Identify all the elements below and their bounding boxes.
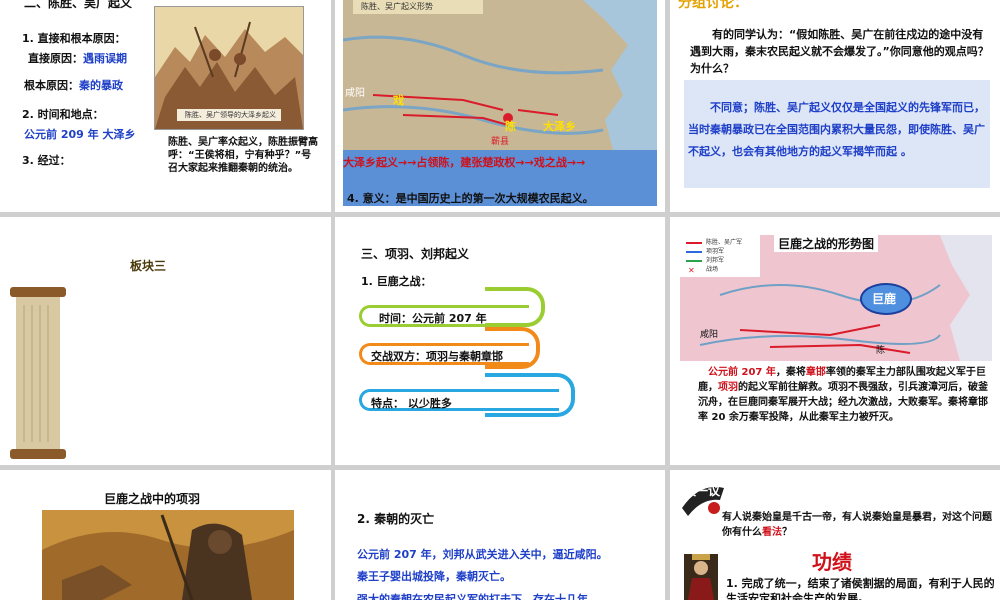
section-label: 板块三 [130, 259, 167, 273]
map-illustration [342, 0, 657, 150]
painting-description: 陈胜、吴广率众起义，陈胜振臂高呼：“王侯将相，宁有种乎？”号召大家起来推翻秦朝的… [168, 137, 318, 174]
emperor-icon [684, 554, 718, 600]
time-place-heading: 2. 时间和地点： [22, 108, 104, 121]
discuss-badge-label: 议一议 [684, 484, 721, 498]
map-label-chen: 陈 [505, 120, 516, 133]
process-heading: 3. 经过： [22, 154, 71, 167]
merit-item-1: 1. 完成了统一，结束了诸侯割据的局面，有利于人民的生活安定和社会生产的发展。 [726, 577, 995, 600]
fall-para-2: 秦王子婴出城投降，秦朝灭亡。 [357, 570, 511, 583]
scroll-icon [10, 287, 66, 459]
root-cause: 根本原因：秦的暴政 [24, 79, 123, 92]
discussion-answer: 不同意；陈胜、吴广起义仅仅是全国起义的先锋军而已，当时秦朝暴政已在全国范围内累积… [688, 101, 985, 158]
time-place-value: 公元前 209 年 大泽乡 [24, 128, 136, 141]
discussion-title: 分组讨论： [678, 0, 748, 11]
painting-caption: 陈胜、吴广领导的大泽乡起义 [185, 111, 276, 119]
map-label-xianyang: 咸阳 [700, 330, 719, 340]
map-label-dazexiang: 大泽乡 [543, 120, 576, 133]
uprising-map: 陈胜、吴广起义形势 咸阳 戏 陈 大泽乡 蕲县 [342, 0, 657, 150]
julu-description: 公元前 207 年，秦将章邯率领的秦军主力部队围攻起义军于巨鹿，项羽的起义军前往… [698, 367, 988, 423]
slide-heading: 二、陈胜、吴广起义 [24, 0, 133, 10]
uprising-painting: 陈胜、吴广领导的大泽乡起义 [154, 6, 304, 130]
svg-text:✕: ✕ [688, 266, 695, 275]
map-label-xi: 戏 [393, 94, 404, 107]
julu-map: ✕ 陈胜、吴广军 项羽军 刘邦军 战场 巨鹿 咸阳 陈 [680, 235, 992, 361]
slide-uprising-map[interactable]: 陈胜、吴广起义形势 咸阳 戏 陈 大泽乡 蕲县 大泽乡起义→→占领陈，建张楚政权… [335, 0, 665, 212]
slide-heading: 三、项羽、刘邦起义 [361, 247, 470, 261]
fall-para-3: 强大的秦朝在农民起义军的打击下，存在十几年 [357, 593, 588, 600]
process-text: 大泽乡起义→→占领陈，建张楚政权→→戏之战→→ [343, 156, 586, 169]
discuss-question: 有人说秦始皇是千古一帝，有人说秦始皇是暴君，对这个问题你有什么看法？ [722, 512, 992, 538]
slide-discuss-qinshihuang[interactable]: 议一议 有人说秦始皇是千古一帝，有人说秦始皇是暴君，对这个问题你有什么看法？ 功… [670, 470, 1000, 600]
xiangyu-painting [42, 510, 294, 600]
julu-bubble-label: 巨鹿 [872, 292, 897, 306]
slide-qin-fall[interactable]: 2. 秦朝的灭亡 公元前 207 年，刘邦从武关进入关中，逼近咸阳。 秦王子婴出… [335, 470, 665, 600]
map-label-chen: 陈 [876, 346, 886, 356]
julu-feature: 特点： 以少胜多 [371, 397, 452, 410]
fall-para-1: 公元前 207 年，刘邦从武关进入关中，逼近咸阳。 [357, 548, 608, 561]
merits-title: 功绩 [812, 550, 852, 574]
julu-heading: 1. 巨鹿之战： [361, 275, 432, 288]
map-title: 巨鹿之战的形势图 [774, 235, 879, 252]
slide-group-discussion[interactable]: 分组讨论： 有的同学认为：“假如陈胜、吴广在前往戍边的途中没有遇到大雨，秦末农民… [670, 0, 1000, 212]
julu-time: 时间：公元前 207 年 [379, 312, 487, 325]
slide-section-three[interactable]: 板块三 [0, 217, 331, 465]
direct-cause: 直接原因：遇雨误期 [28, 52, 127, 65]
uprising-significance: 4. 意义：是中国历史上的第一次大规模农民起义。 [347, 192, 594, 205]
emperor-portrait [684, 554, 718, 600]
map-label-xianyang: 咸阳 [345, 88, 365, 99]
slide-title: 巨鹿之战中的项羽 [104, 492, 201, 506]
slide-xiang-liu-uprising[interactable]: 三、项羽、刘邦起义 1. 巨鹿之战： 时间：公元前 207 年 交战双方：项羽与… [335, 217, 665, 465]
discussion-question: 有的同学认为：“假如陈胜、吴广在前往戍边的途中没有遇到大雨，秦末农民起义就不会爆… [690, 28, 989, 75]
slide-heading: 2. 秦朝的灭亡 [357, 512, 435, 526]
slide-uprising-causes[interactable]: 二、陈胜、吴广起义 1. 直接和根本原因： 直接原因：遇雨误期 根本原因：秦的暴… [0, 0, 331, 212]
slide-julu-map[interactable]: ✕ 陈胜、吴广军 项羽军 刘邦军 战场 巨鹿 咸阳 陈 巨鹿之战的形势图 公元前… [670, 217, 1000, 465]
map-label-qixian: 蕲县 [491, 137, 510, 147]
scroll-decoration [10, 287, 66, 459]
xiangyu-illustration [42, 510, 294, 600]
map-legend: 陈胜、吴广军 项羽军 刘邦军 战场 [706, 239, 743, 273]
julu-sides: 交战双方：项羽与秦朝章邯 [371, 350, 503, 363]
causes-heading: 1. 直接和根本原因： [22, 32, 126, 45]
slide-xiangyu-painting[interactable]: 巨鹿之战中的项羽 [0, 470, 331, 600]
map-title: 陈胜、吴广起义形势 [361, 2, 433, 11]
